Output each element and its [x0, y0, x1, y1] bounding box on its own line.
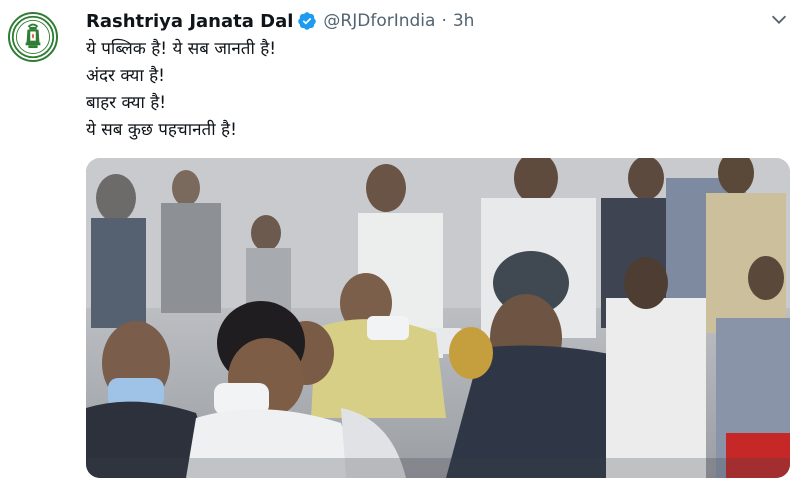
avatar[interactable] [8, 12, 58, 62]
tweet[interactable]: Rashtriya Janata Dal @RJDforIndia · 3h य… [0, 0, 800, 478]
tweet-line: ये पब्लिक है! ये सब जानती है! [86, 39, 277, 59]
tweet-line: बाहर क्या है! [86, 93, 167, 113]
video-frame-image [86, 158, 790, 478]
lantern-logo [11, 15, 55, 59]
author-handle[interactable]: @RJDforIndia [323, 11, 435, 31]
chevron-down-icon[interactable] [768, 8, 790, 30]
separator: · [441, 11, 447, 31]
verified-badge-icon [297, 11, 317, 31]
tweet-video[interactable] [86, 158, 790, 478]
timestamp[interactable]: 3h [453, 11, 475, 31]
tweet-text: ये पब्लिक है! ये सब जानती है! अंदर क्या … [86, 36, 276, 144]
tweet-header: Rashtriya Janata Dal @RJDforIndia · 3h [86, 7, 474, 35]
tweet-line: ये सब कुछ पहचानती है! [86, 120, 237, 140]
tweet-line: अंदर क्या है! [86, 66, 165, 86]
author-name[interactable]: Rashtriya Janata Dal [86, 11, 293, 32]
